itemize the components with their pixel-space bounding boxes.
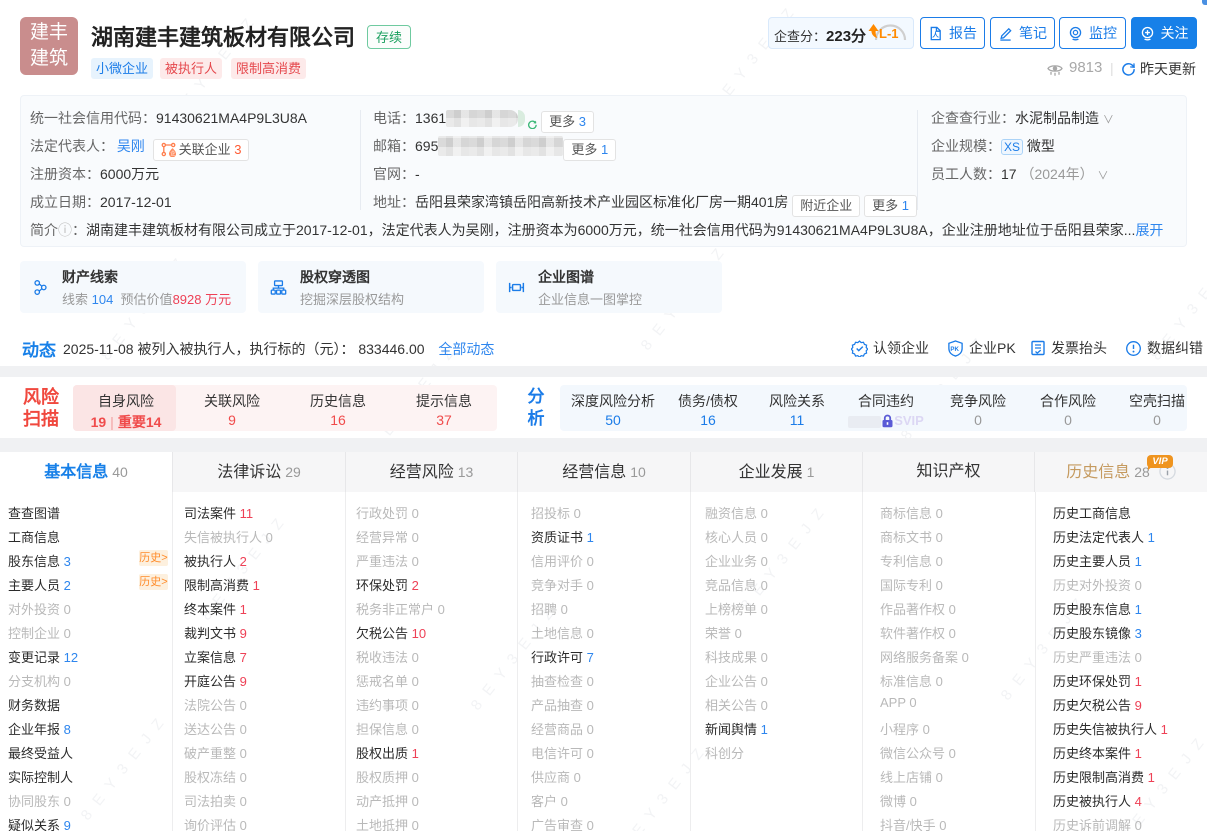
svg-text:企: 企 xyxy=(170,149,175,157)
svg-text:PK: PK xyxy=(950,345,959,352)
svg-text:人: 人 xyxy=(932,29,939,38)
